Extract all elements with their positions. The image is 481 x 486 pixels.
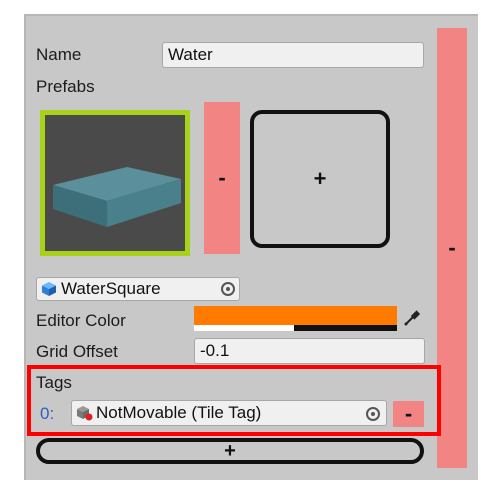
grid-offset-field[interactable]: -0.1 xyxy=(194,338,425,364)
name-field[interactable]: Water xyxy=(162,42,424,68)
object-picker-icon[interactable] xyxy=(221,282,235,296)
water-cube-icon xyxy=(53,167,181,227)
prefab-cube-icon xyxy=(42,282,56,296)
alpha-bar-white xyxy=(194,325,294,331)
color-fill xyxy=(194,306,397,325)
name-label: Name xyxy=(36,45,82,64)
grid-offset-label: Grid Offset xyxy=(36,342,118,361)
tag-picker-icon[interactable] xyxy=(366,407,380,421)
prefab-add-label: + xyxy=(313,166,327,191)
tag-object-name: NotMovable (Tile Tag) xyxy=(96,403,262,422)
prefab-preview-image xyxy=(45,115,185,251)
editor-color-swatch[interactable] xyxy=(194,306,397,331)
tag-add-button[interactable]: + xyxy=(36,438,424,464)
prefabs-label: Prefabs xyxy=(36,77,95,96)
editor-color-label: Editor Color xyxy=(36,311,126,330)
tag-index: 0: xyxy=(40,404,55,423)
prefab-object-field[interactable]: WaterSquare xyxy=(36,277,240,301)
tag-object-field[interactable]: NotMovable (Tile Tag) xyxy=(71,400,387,426)
tags-label: Tags xyxy=(36,373,72,392)
eyedropper-icon xyxy=(404,310,421,326)
prefab-remove-button[interactable]: - xyxy=(204,102,240,254)
tag-remove-button[interactable]: - xyxy=(393,401,424,427)
element-remove-button[interactable]: - xyxy=(437,28,467,468)
eyedropper-button[interactable] xyxy=(399,306,425,331)
alpha-bar-black xyxy=(294,325,397,331)
tile-tag-icon xyxy=(77,406,93,421)
prefab-preview-slot[interactable] xyxy=(40,110,190,256)
prefab-object-name: WaterSquare xyxy=(61,279,161,298)
prefab-add-button[interactable]: + xyxy=(250,110,390,248)
